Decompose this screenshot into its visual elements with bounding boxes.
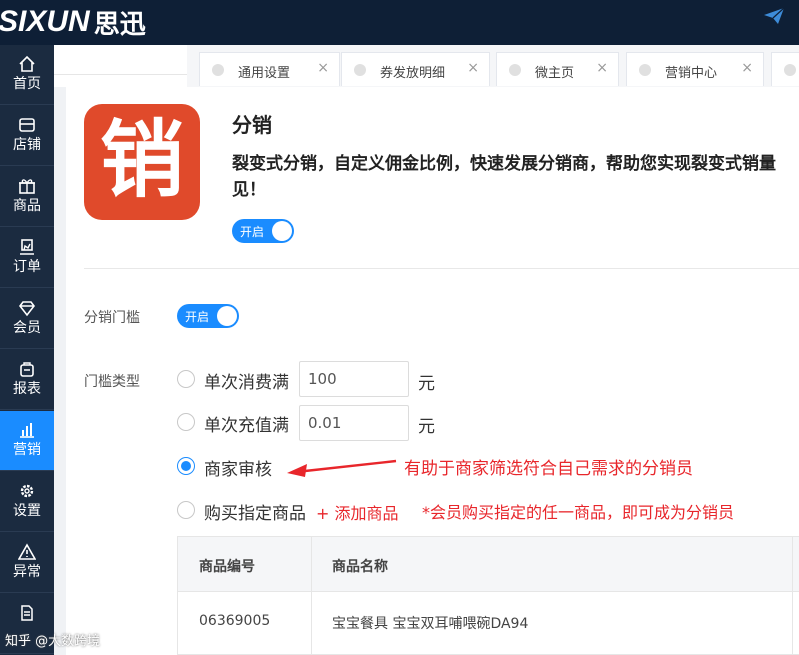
tab-label: 券发放明细 [380, 66, 446, 81]
brand-logo[interactable]: SIXUN 思迅 [0, 4, 146, 40]
option-label-single-recharge: 单次充值满 [204, 416, 289, 436]
threshold-toggle[interactable]: 开启 [177, 304, 239, 328]
merchant-review-note: 有助于商家筛选符合自己需求的分销员 [404, 459, 693, 479]
close-icon[interactable]: × [596, 60, 608, 76]
distribution-app-icon: 销 [84, 104, 200, 220]
option-label-buy-product: 购买指定商品 [204, 504, 306, 524]
order-icon [20, 239, 34, 255]
sidebar-item-label: 店铺 [13, 137, 41, 153]
sidebar-item-store[interactable]: 店铺 [0, 106, 54, 166]
home-icon [19, 55, 35, 72]
tab-label: 微主页 [535, 66, 575, 81]
close-icon[interactable]: × [317, 60, 329, 76]
sidebar-item-exceptions[interactable]: 异常 [0, 533, 54, 593]
feature-title: 分销 [232, 113, 272, 137]
gift-icon [19, 179, 35, 194]
store-icon [19, 118, 35, 132]
toggle-label: 开启 [240, 225, 265, 239]
sidebar-item-label: 订单 [13, 259, 41, 275]
warning-icon [18, 543, 36, 560]
unit-label: 元 [418, 417, 435, 437]
column-divider [311, 537, 312, 655]
tab-status-dot [354, 64, 366, 76]
tab-coupon-details[interactable]: 券发放明细 × [341, 52, 490, 86]
gear-icon [20, 484, 34, 498]
watermark: 知乎 @大数跨境 [5, 634, 101, 649]
report-icon [20, 362, 34, 377]
radio-buy-product[interactable] [177, 501, 195, 519]
toggle-label: 开启 [185, 310, 210, 324]
sidebar-item-label: 营销 [13, 442, 41, 458]
tab-status-dot [212, 64, 224, 76]
option-label-merchant-review: 商家审核 [204, 460, 272, 480]
tab-status-dot [509, 64, 521, 76]
feature-description: 裂变式分销，自定义佣金比例，快速发展分销商，帮助您实现裂变式销量 [232, 154, 776, 174]
sidebar-item-orders[interactable]: 订单 [0, 228, 54, 288]
bar-chart-icon [20, 423, 34, 438]
tab-status-dot [639, 64, 651, 76]
radio-single-spend[interactable] [177, 370, 195, 388]
sidebar-item-label: 报表 [13, 381, 41, 397]
tab-label: 营销中心 [665, 66, 718, 81]
sidebar-item-label: 首页 [13, 76, 41, 92]
top-bar: SIXUN 思迅 [0, 0, 799, 45]
column-header-product-code: 商品编号 [199, 559, 255, 575]
tab-bar-blank [54, 45, 187, 75]
threshold-label: 分销门槛 [84, 310, 140, 326]
column-divider [792, 537, 793, 655]
single-recharge-input[interactable]: 0.01 [299, 405, 409, 441]
table-header [178, 537, 799, 592]
sidebar-item-home[interactable]: 首页 [0, 45, 54, 105]
buy-product-note: *会员购买指定的任一商品，即可成为分销员 [422, 503, 735, 522]
column-header-product-name: 商品名称 [332, 559, 388, 575]
unit-label: 元 [418, 374, 435, 394]
tab-overflow[interactable] [771, 52, 799, 86]
tab-bar: 通用设置 × 券发放明细 × 微主页 × 营销中心 × [54, 45, 799, 90]
diamond-icon [18, 301, 36, 317]
radio-merchant-review[interactable] [177, 457, 195, 475]
document-icon [21, 605, 33, 621]
threshold-type-label: 门槛类型 [84, 374, 140, 390]
sidebar-item-marketing[interactable]: 营销 [0, 411, 54, 471]
feature-enable-toggle[interactable]: 开启 [232, 219, 294, 243]
sidebar: 首页 店铺 商品 订单 会员 报表 营销 设置 异常 [0, 45, 54, 655]
sidebar-item-products[interactable]: 商品 [0, 167, 54, 227]
sidebar-item-members[interactable]: 会员 [0, 289, 54, 349]
add-product-link[interactable]: + 添加商品 [316, 500, 399, 524]
brand-logo-en: SIXUN [0, 5, 90, 38]
app-icon-glyph: 销 [99, 111, 184, 209]
radio-single-recharge[interactable] [177, 413, 195, 431]
sidebar-item-label: 设置 [13, 503, 41, 519]
sidebar-item-label: 商品 [13, 198, 41, 214]
single-spend-input[interactable]: 100 [299, 361, 409, 397]
annotation-arrow [287, 459, 397, 477]
product-table: 商品编号 商品名称 06369005 宝宝餐具 宝宝双耳哺喂碗DA94 [177, 536, 799, 655]
toggle-knob [272, 221, 292, 241]
close-icon[interactable]: × [467, 60, 479, 76]
tab-micro-homepage[interactable]: 微主页 × [496, 52, 619, 86]
tab-general-settings[interactable]: 通用设置 × [199, 52, 340, 86]
sidebar-item-settings[interactable]: 设置 [0, 472, 54, 532]
sidebar-item-label: 异常 [13, 564, 41, 580]
sidebar-item-label: 会员 [13, 320, 41, 336]
toggle-knob [217, 306, 237, 326]
option-label-single-spend: 单次消费满 [204, 373, 289, 393]
tab-label: 通用设置 [238, 66, 291, 81]
send-icon[interactable] [763, 7, 785, 25]
tab-marketing-center[interactable]: 营销中心 × [626, 52, 764, 86]
tab-status-dot [784, 64, 796, 76]
divider [84, 268, 799, 269]
close-icon[interactable]: × [741, 60, 753, 76]
brand-logo-cn: 思迅 [93, 9, 146, 40]
sidebar-item-reports[interactable]: 报表 [0, 350, 54, 410]
cell-product-code: 06369005 [199, 613, 271, 629]
feature-description-end: 见！ [232, 180, 266, 200]
cell-product-name: 宝宝餐具 宝宝双耳哺喂碗DA94 [332, 616, 529, 632]
